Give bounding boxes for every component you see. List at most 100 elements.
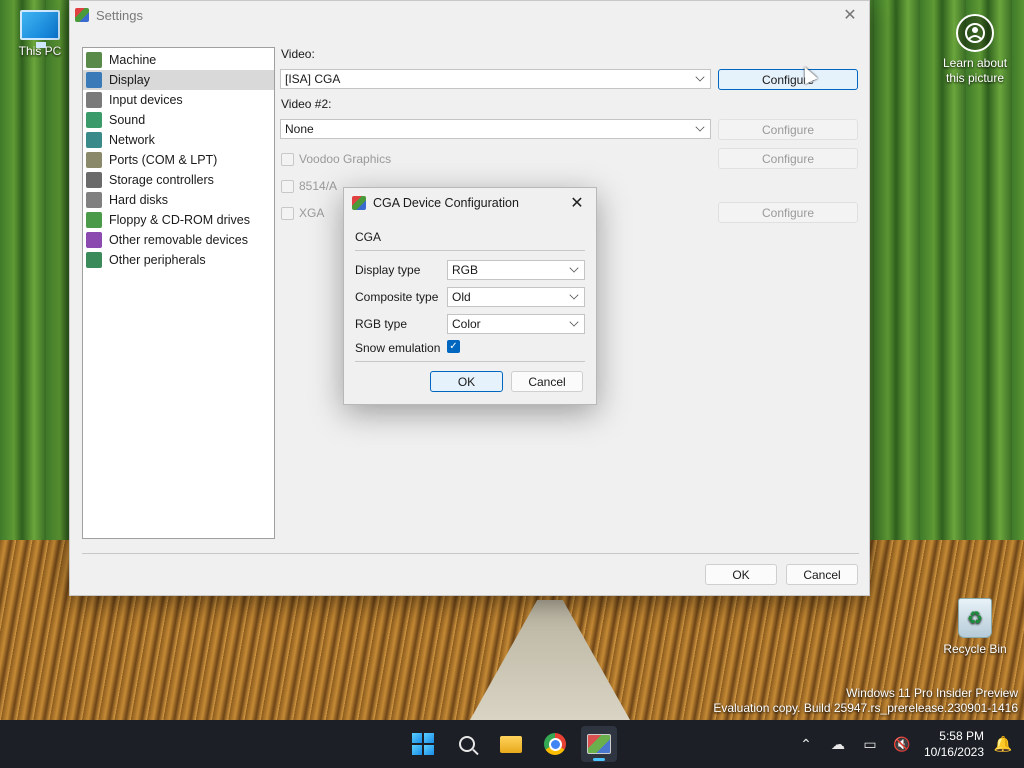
chevron-down-icon: [695, 122, 705, 132]
tree-item-storage-controllers[interactable]: Storage controllers: [83, 170, 274, 190]
hard-disks-icon: [86, 192, 102, 208]
camera-info-icon: [956, 14, 994, 52]
xga-checkbox[interactable]: XGA: [281, 206, 324, 220]
recycle-bin-icon: ♻: [958, 598, 992, 638]
chrome-button[interactable]: [537, 726, 573, 762]
86box-app-icon: [352, 196, 366, 210]
tree-item-sound[interactable]: Sound: [83, 110, 274, 130]
settings-close-icon[interactable]: ✕: [835, 5, 865, 25]
floppy-cdrom-icon: [86, 212, 102, 228]
system-tray: ⌃ ☁ ▭ 🔇 5:58 PM 10/16/2023 🔔: [790, 720, 1024, 768]
cga-group-separator: [355, 250, 585, 251]
snow-emulation-checkbox[interactable]: ✓: [447, 340, 460, 353]
tree-item-floppy-cd-rom-drives[interactable]: Floppy & CD-ROM drives: [83, 210, 274, 230]
tree-item-machine[interactable]: Machine: [83, 50, 274, 70]
storage-controllers-icon: [86, 172, 102, 188]
watermark-line-2: Evaluation copy. Build 25947.rs_prerelea…: [713, 701, 1018, 715]
search-button[interactable]: [449, 726, 485, 762]
cga-dialog-close-icon[interactable]: ✕: [562, 193, 592, 213]
voodoo-configure-button[interactable]: Configure: [718, 148, 858, 169]
composite-type-label: Composite type: [355, 290, 439, 304]
rgb-type-label: RGB type: [355, 317, 408, 331]
tree-item-label: Ports (COM & LPT): [109, 153, 218, 167]
file-explorer-button[interactable]: [493, 726, 529, 762]
86box-taskbar-button[interactable]: [581, 726, 617, 762]
tree-item-input-devices[interactable]: Input devices: [83, 90, 274, 110]
cga-cancel-button[interactable]: Cancel: [511, 371, 583, 392]
cga-dialog-titlebar[interactable]: CGA Device Configuration ✕: [344, 188, 596, 218]
cga-ok-button[interactable]: OK: [430, 371, 503, 392]
settings-category-tree[interactable]: Machine Display Input devices Sound Network P…: [82, 47, 275, 539]
tree-item-other-peripherals[interactable]: Other peripherals: [83, 250, 274, 270]
machine-icon: [86, 52, 102, 68]
xga-checkbox-box: [281, 206, 294, 220]
settings-title: Settings: [96, 7, 143, 23]
tree-item-label: Display: [109, 73, 150, 87]
tree-item-other-removable-devices[interactable]: Other removable devices: [83, 230, 274, 250]
tree-item-label: Input devices: [109, 93, 183, 107]
settings-ok-button[interactable]: OK: [705, 564, 777, 585]
xga-configure-button[interactable]: Configure: [718, 202, 858, 223]
display-type-label: Display type: [355, 263, 421, 277]
start-button[interactable]: [405, 726, 441, 762]
network-icon[interactable]: ▭: [859, 733, 881, 755]
input-devices-icon: [86, 92, 102, 108]
video-configure-button[interactable]: Configure: [718, 69, 858, 90]
composite-type-select[interactable]: Old: [447, 287, 585, 307]
monitor-icon: [20, 10, 60, 48]
video2-configure-button[interactable]: Configure: [718, 119, 858, 140]
desktop-icon-recycle-bin[interactable]: ♻ Recycle Bin: [935, 598, 1015, 656]
tree-item-label: Sound: [109, 113, 146, 127]
cga-dialog-title: CGA Device Configuration: [373, 196, 519, 210]
xga-label: XGA: [299, 206, 325, 220]
tree-item-label: Other peripherals: [109, 253, 206, 267]
desktop-icon-learn-about-picture[interactable]: Learn about this picture: [935, 14, 1015, 86]
cga-group-label: CGA: [355, 230, 382, 244]
ports-icon: [86, 152, 102, 168]
video2-select-value: None: [285, 122, 314, 136]
tree-item-label: Floppy & CD-ROM drives: [109, 213, 250, 227]
display-type-select[interactable]: RGB: [447, 260, 585, 280]
video2-select[interactable]: None: [280, 119, 711, 139]
notification-bell-icon[interactable]: 🔔: [992, 733, 1014, 755]
tree-item-label: Storage controllers: [109, 173, 214, 187]
tree-item-ports-com-lpt[interactable]: Ports (COM & LPT): [83, 150, 274, 170]
peripherals-icon: [86, 252, 102, 268]
cloud-info-icon[interactable]: ☁: [827, 733, 849, 755]
chrome-icon: [544, 733, 566, 755]
tree-item-network[interactable]: Network: [83, 130, 274, 150]
removable-devices-icon: [86, 232, 102, 248]
folder-icon: [500, 735, 522, 753]
network-icon: [86, 132, 102, 148]
taskbar: ⌃ ☁ ▭ 🔇 5:58 PM 10/16/2023 🔔: [0, 720, 1024, 768]
clock-date: 10/16/2023: [923, 745, 984, 759]
learn-about-label-2: this picture: [945, 71, 1005, 85]
8514a-checkbox[interactable]: 8514/A: [281, 179, 337, 193]
voodoo-label: Voodoo Graphics: [299, 152, 392, 166]
recycle-bin-label: Recycle Bin: [943, 642, 1007, 656]
taskbar-clock[interactable]: 5:58 PM 10/16/2023: [924, 728, 984, 760]
video2-label: Video #2:: [281, 97, 332, 111]
settings-titlebar[interactable]: Settings ✕: [70, 1, 869, 29]
settings-cancel-button[interactable]: Cancel: [786, 564, 858, 585]
snow-emulation-label: Snow emulation: [355, 341, 441, 355]
sound-icon: [86, 112, 102, 128]
os-watermark: Windows 11 Pro Insider Preview Evaluatio…: [713, 686, 1018, 716]
speaker-muted-icon[interactable]: 🔇: [891, 733, 913, 755]
windows-logo-icon: [412, 733, 434, 755]
tree-item-display[interactable]: Display: [83, 70, 274, 90]
video-select[interactable]: [ISA] CGA: [280, 69, 711, 89]
rgb-type-value: Color: [452, 317, 481, 331]
video-label: Video:: [281, 47, 315, 61]
chevron-down-icon: [569, 317, 579, 327]
desktop-icon-this-pc[interactable]: This PC: [0, 10, 80, 58]
voodoo-checkbox[interactable]: Voodoo Graphics: [281, 152, 391, 166]
tree-item-label: Network: [109, 133, 155, 147]
display-type-value: RGB: [452, 263, 479, 277]
rgb-type-select[interactable]: Color: [447, 314, 585, 334]
tree-item-hard-disks[interactable]: Hard disks: [83, 190, 274, 210]
learn-about-label-1: Learn about: [942, 56, 1008, 70]
settings-footer-separator: [82, 553, 859, 554]
tree-item-label: Hard disks: [109, 193, 169, 207]
chevron-up-icon[interactable]: ⌃: [795, 733, 817, 755]
